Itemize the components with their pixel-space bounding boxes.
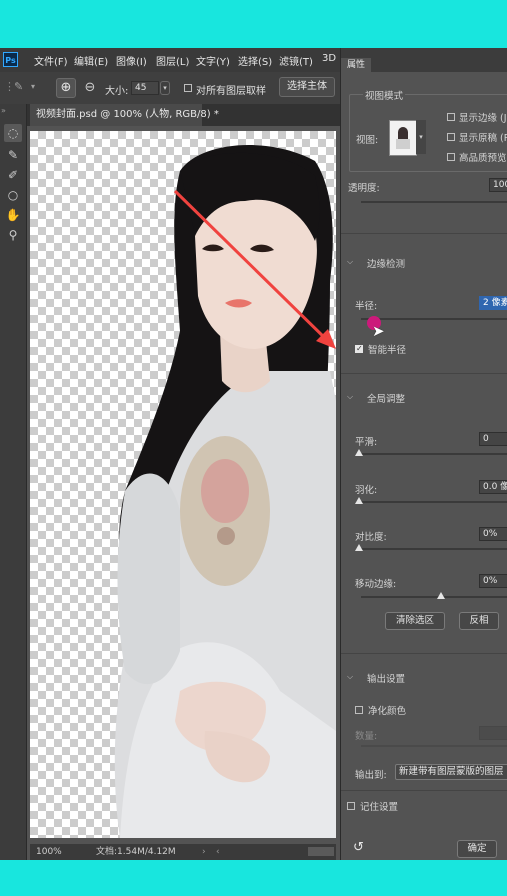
hq-preview-checkbox[interactable] bbox=[447, 153, 455, 161]
global-refine-title: 全局调整 bbox=[367, 394, 406, 405]
photoshop-window: Ps 文件(F) 编辑(E) 图像(I) 图层(L) 文字(Y) 选择(S) 滤… bbox=[0, 48, 507, 860]
hand-tool-icon[interactable]: ✋ bbox=[4, 206, 22, 224]
properties-panel: 属性 视图模式 视图: ▾ 显示边缘 (J) 显示原稿 (P) 高品质预览 透明… bbox=[340, 48, 507, 860]
menu-type[interactable]: 文字(Y) bbox=[196, 53, 230, 68]
show-edge-label: 显示边缘 (J) bbox=[459, 113, 507, 124]
contrast-label: 对比度: bbox=[355, 532, 387, 543]
photoshop-logo-icon: Ps bbox=[3, 52, 18, 67]
mouse-cursor-icon: ➤ bbox=[372, 322, 385, 340]
divider bbox=[341, 790, 507, 791]
sample-all-layers-checkbox[interactable] bbox=[184, 84, 192, 92]
shift-edge-input[interactable]: 0% bbox=[479, 574, 507, 588]
smooth-slider-handle[interactable] bbox=[355, 449, 363, 456]
output-to-select[interactable]: 新建带有图层蒙版的图层 bbox=[395, 764, 507, 780]
view-mode-title: 视图模式 bbox=[363, 88, 406, 102]
menu-filter[interactable]: 滤镜(T) bbox=[279, 53, 313, 68]
divider bbox=[341, 233, 507, 234]
lasso-tool-icon[interactable]: ○ bbox=[4, 186, 22, 204]
edge-detection-title: 边缘检测 bbox=[367, 259, 406, 270]
feather-label: 羽化: bbox=[355, 485, 378, 496]
hq-preview-label: 高品质预览 bbox=[459, 153, 507, 164]
opacity-input[interactable]: 100 bbox=[489, 178, 507, 192]
show-edge-checkbox[interactable] bbox=[447, 113, 455, 121]
show-original-label: 显示原稿 (P) bbox=[459, 133, 507, 144]
radius-label: 半径: bbox=[355, 301, 378, 312]
tool-bar: » ◌ ✎ ✐ ○ ✋ ⚲ bbox=[0, 104, 27, 860]
sample-all-layers-label: 对所有图层取样 bbox=[196, 86, 266, 97]
decontaminate-colors-checkbox[interactable] bbox=[355, 706, 363, 714]
quick-selection-tool-icon[interactable]: ◌ bbox=[4, 124, 22, 142]
feather-input[interactable]: 0.0 像素 bbox=[479, 480, 507, 494]
expand-toolbar-icon[interactable]: » bbox=[1, 106, 6, 115]
contrast-input[interactable]: 0% bbox=[479, 527, 507, 541]
view-label: 视图: bbox=[356, 135, 379, 146]
smooth-input[interactable]: 0 bbox=[479, 432, 507, 446]
options-bar: ⋮ ✎ ▾ ⊕ ⊖ 大小: 45 ▾ 对所有图层取样 选择主体 bbox=[0, 72, 340, 105]
select-subject-button[interactable]: 选择主体 bbox=[279, 77, 335, 97]
opacity-slider[interactable] bbox=[361, 201, 507, 203]
subtract-from-selection-icon[interactable]: ⊖ bbox=[80, 78, 100, 98]
radius-slider[interactable] bbox=[361, 318, 507, 320]
smart-radius-checkbox[interactable]: ✓ bbox=[355, 345, 363, 353]
amount-slider bbox=[361, 745, 507, 747]
properties-tab[interactable]: 属性 bbox=[341, 58, 371, 72]
document-info: 文档:1.54M/4.12M bbox=[96, 847, 176, 857]
document-canvas[interactable] bbox=[30, 131, 336, 838]
opacity-label: 透明度: bbox=[348, 183, 380, 194]
radius-input[interactable]: 2 像素 bbox=[479, 296, 507, 310]
amount-input bbox=[479, 726, 507, 740]
zoom-tool-icon[interactable]: ⚲ bbox=[4, 226, 22, 244]
smart-radius-label: 智能半径 bbox=[368, 345, 407, 356]
divider bbox=[341, 373, 507, 374]
menu-bar: Ps 文件(F) 编辑(E) 图像(I) 图层(L) 文字(Y) 选择(S) 滤… bbox=[0, 48, 340, 72]
shift-edge-label: 移动边缘: bbox=[355, 579, 397, 590]
ok-button[interactable]: 确定 bbox=[457, 840, 497, 858]
zoom-level[interactable]: 100% bbox=[36, 844, 62, 860]
brush-preset-icon[interactable]: ✎ bbox=[14, 80, 23, 93]
refine-edge-brush-icon[interactable]: ✎ bbox=[4, 146, 22, 164]
size-label: 大小: bbox=[105, 86, 129, 97]
status-bar: 100% 文档:1.54M/4.12M › ‹ bbox=[30, 844, 336, 860]
contrast-slider[interactable] bbox=[361, 548, 507, 550]
chevron-down-icon[interactable]: ▾ bbox=[31, 82, 35, 91]
shift-edge-slider[interactable] bbox=[361, 596, 507, 598]
menu-layer[interactable]: 图层(L) bbox=[156, 53, 189, 68]
smooth-label: 平滑: bbox=[355, 437, 378, 448]
remember-settings-checkbox[interactable] bbox=[347, 802, 355, 810]
add-to-selection-icon[interactable]: ⊕ bbox=[56, 78, 76, 98]
global-refine-chevron-icon[interactable]: ⌵ bbox=[347, 392, 353, 402]
feather-slider-handle[interactable] bbox=[355, 497, 363, 504]
menu-edit[interactable]: 编辑(E) bbox=[74, 53, 108, 68]
view-mode-thumbnail[interactable] bbox=[389, 120, 417, 156]
view-mode-dropdown-icon[interactable]: ▾ bbox=[416, 120, 426, 154]
brush-tool-icon[interactable]: ✐ bbox=[4, 166, 22, 184]
reset-icon[interactable]: ↺ bbox=[353, 840, 364, 855]
clear-selection-button[interactable]: 清除选区 bbox=[385, 612, 445, 630]
divider bbox=[341, 653, 507, 654]
remember-settings-label: 记住设置 bbox=[360, 802, 399, 813]
output-settings-title: 输出设置 bbox=[367, 674, 406, 685]
edge-detection-chevron-icon[interactable]: ⌵ bbox=[347, 257, 353, 267]
scroll-left-icon[interactable]: ‹ bbox=[216, 844, 220, 860]
size-dropdown-icon[interactable]: ▾ bbox=[160, 81, 170, 95]
output-settings-chevron-icon[interactable]: ⌵ bbox=[347, 672, 353, 682]
smooth-slider[interactable] bbox=[361, 453, 507, 455]
document-tab[interactable]: 视频封面.psd @ 100% (人物, RGB/8) * bbox=[30, 104, 219, 126]
invert-button[interactable]: 反相 bbox=[459, 612, 499, 630]
shift-edge-slider-handle[interactable] bbox=[437, 592, 445, 599]
feather-slider[interactable] bbox=[361, 501, 507, 503]
contrast-slider-handle[interactable] bbox=[355, 544, 363, 551]
menu-3d[interactable]: 3D bbox=[322, 53, 336, 64]
status-expand-icon[interactable]: › bbox=[202, 844, 206, 860]
size-input[interactable]: 45 bbox=[131, 81, 159, 95]
amount-label: 数量: bbox=[355, 731, 378, 742]
horizontal-scrollbar[interactable] bbox=[308, 847, 334, 856]
menu-select[interactable]: 选择(S) bbox=[238, 53, 272, 68]
decontaminate-colors-label: 净化颜色 bbox=[368, 706, 407, 717]
menu-file[interactable]: 文件(F) bbox=[34, 53, 68, 68]
show-original-checkbox[interactable] bbox=[447, 133, 455, 141]
menu-image[interactable]: 图像(I) bbox=[116, 53, 147, 68]
output-to-label: 输出到: bbox=[355, 770, 387, 781]
portrait-cutout-image bbox=[114, 144, 336, 838]
